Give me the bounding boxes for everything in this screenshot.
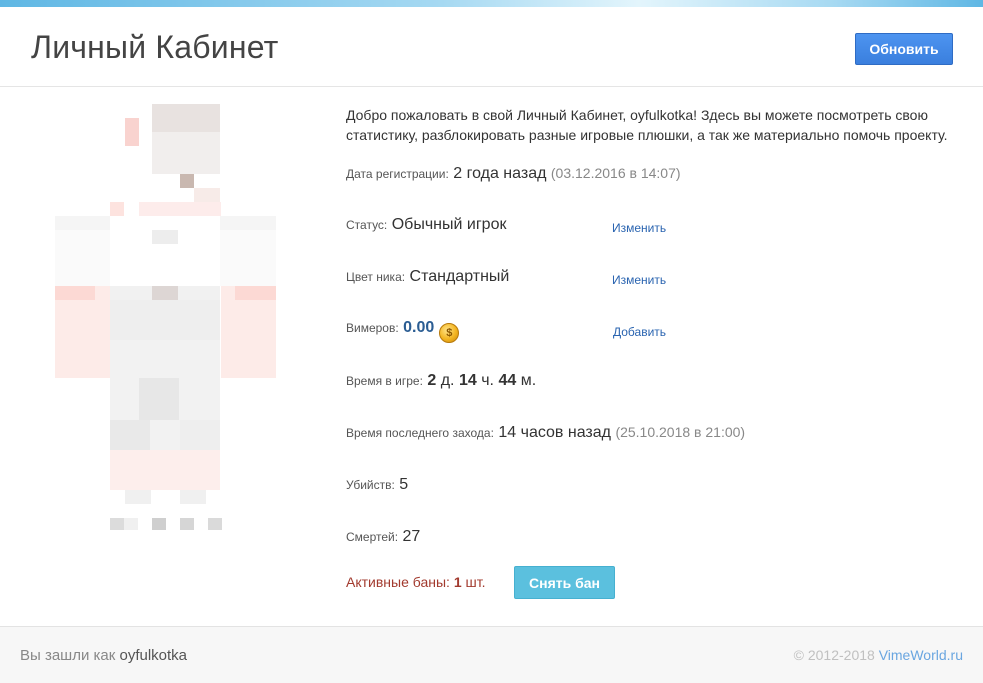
logged-in-as: Вы зашли как oyfulkotka [20,647,188,664]
refresh-button[interactable]: Обновить [855,33,953,65]
deaths-row: Смертей: 27 [346,528,421,545]
vimers-row: Вимеров: 0.00 $ [346,319,460,343]
vimer-coin-icon: $ [439,323,460,343]
unban-button[interactable]: Снять бан [514,566,615,599]
registration-row: Дата регистрации: 2 года назад (03.12.20… [346,165,681,182]
last-login-row: Время последнего захода: 14 часов назад … [346,424,746,441]
ban-count: 1 [453,574,462,590]
welcome-message: Добро пожаловать в свой Личный Кабинет, … [346,107,948,143]
change-nick-color-link[interactable]: Изменить [612,273,666,287]
vimers-balance: 0.00 [403,319,435,336]
page-footer: Вы зашли как oyfulkotka © 2012-2018 Vime… [0,626,983,683]
active-bans: Активные баны: 1 шт. [346,574,486,590]
welcome-username: oyfulkotka [630,107,694,123]
status-row: Статус: Обычный игрок [346,216,507,233]
page-title: Личный Кабинет [31,29,279,65]
change-status-link[interactable]: Изменить [612,221,666,235]
nick-color-row: Цвет ника: Стандартный [346,268,510,285]
kills-row: Убийств: 5 [346,476,409,493]
top-accent-bar [0,0,983,7]
copyright: © 2012-2018 VimeWorld.ru [793,647,963,663]
add-vimers-link[interactable]: Добавить [613,325,666,339]
site-link[interactable]: VimeWorld.ru [879,647,963,663]
playtime-row: Время в игре: 2 д. 14 ч. 44 м. [346,372,537,389]
player-skin-avatar [55,104,276,530]
footer-username: oyfulkotka [119,647,188,664]
page-header: Личный Кабинет Обновить [0,7,983,87]
